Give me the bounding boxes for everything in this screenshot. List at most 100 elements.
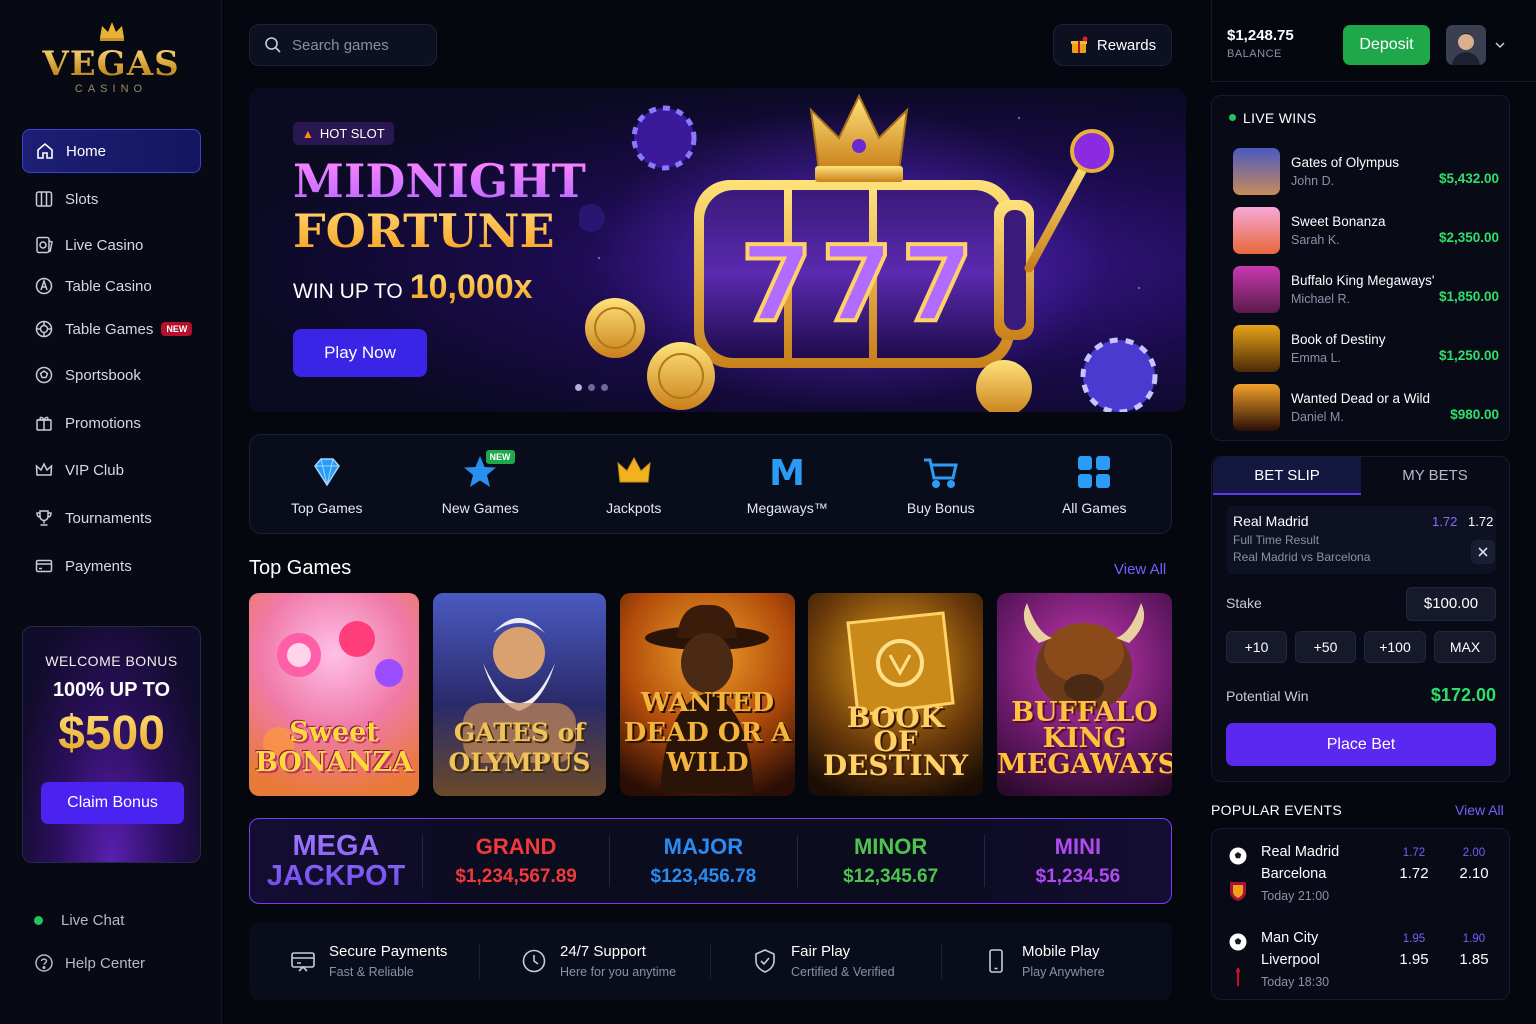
sidebar-item-home[interactable]: Home: [22, 129, 201, 173]
feature-subtitle: Play Anywhere: [1022, 965, 1105, 979]
game-card-buffalo-king-megaways[interactable]: BUFFALO KING MEGAWAYS™: [997, 593, 1172, 796]
live-win-row[interactable]: Book of Destiny Emma L. $1,250.00: [1233, 325, 1505, 373]
features-strip: Secure Payments Fast & Reliable 24/7 Supp…: [249, 922, 1172, 1000]
mega-jackpot-bar[interactable]: MEGA JACKPOT GRAND $1,234,567.89 MAJOR $…: [249, 818, 1172, 904]
hero-win-text: WIN UP TO 10,000x: [293, 268, 533, 307]
event-odds-away-button[interactable]: 2.10: [1452, 865, 1496, 882]
carousel-dot[interactable]: [588, 384, 595, 391]
avatar[interactable]: [1446, 25, 1486, 65]
live-chat-link[interactable]: Live Chat: [34, 912, 124, 929]
category-all-games[interactable]: All Games: [1018, 435, 1172, 533]
crown-logo-icon: [100, 22, 124, 41]
game-title: BOOK OF DESTINY: [822, 701, 969, 782]
carousel-dot[interactable]: [575, 384, 582, 391]
live-win-game: Sweet Bonanza: [1291, 214, 1386, 229]
sidebar: VEGAS CASINO Home Slots Live Casino Tabl…: [0, 0, 222, 1024]
sidebar-item-label: Table Games: [65, 320, 154, 338]
top-games-title: Top Games: [249, 557, 352, 579]
live-win-amount: $1,250.00: [1438, 348, 1499, 363]
event-row[interactable]: Real Madrid Barcelona Today 21:00 1.72 2…: [1224, 838, 1504, 912]
tab-my-bets[interactable]: MY BETS: [1361, 457, 1509, 495]
event-odds-home-button[interactable]: 1.95: [1392, 951, 1436, 968]
jackpot-tier-name: MINI: [1054, 834, 1102, 859]
game-title: Sweet BONANZA: [255, 717, 413, 778]
search-input[interactable]: Search games: [249, 24, 437, 66]
event-away-team: Liverpool: [1261, 952, 1320, 968]
close-icon[interactable]: [1471, 540, 1495, 564]
popular-events-view-all-link[interactable]: View All: [1455, 802, 1504, 818]
play-now-button[interactable]: Play Now: [293, 329, 427, 377]
rewards-button[interactable]: Rewards: [1053, 24, 1172, 66]
sidebar-item-live-casino[interactable]: Live Casino: [22, 223, 201, 267]
game-thumbnail: [1233, 148, 1280, 195]
hero-win-value: 10,000x: [409, 268, 533, 306]
sidebar-item-label: Slots: [65, 190, 99, 208]
diamond-icon: [313, 458, 340, 487]
game-card-wanted-dead-or-a-wild[interactable]: WANTED DEAD OR A WILD: [620, 593, 795, 796]
category-buy-bonus[interactable]: Buy Bonus: [864, 435, 1018, 533]
sidebar-item-label: Live Casino: [65, 236, 144, 254]
sidebar-item-label: Payments: [65, 557, 132, 575]
sidebar-item-table-games[interactable]: Table Games NEW: [22, 307, 201, 351]
bet-selection-match: Real Madrid vs Barcelona: [1233, 550, 1371, 564]
claim-bonus-button[interactable]: Claim Bonus: [41, 782, 184, 824]
feature-mobile-play: Mobile Play Play Anywhere: [942, 943, 1172, 979]
sidebar-item-vip-club[interactable]: VIP Club: [22, 448, 201, 492]
live-win-amount: $2,350.00: [1438, 230, 1499, 245]
live-win-game: Book of Destiny: [1291, 332, 1386, 347]
event-odds-home-button[interactable]: 1.72: [1392, 865, 1436, 882]
megaways-glyph: M: [769, 453, 805, 492]
category-top-games[interactable]: Top Games: [250, 435, 404, 533]
online-dot-icon: [34, 916, 43, 925]
stake-chip-100[interactable]: +100: [1364, 631, 1426, 663]
game-card-book-of-destiny[interactable]: BOOK OF DESTINY: [808, 593, 983, 796]
sidebar-item-sportsbook[interactable]: Sportsbook: [22, 353, 201, 397]
top-games-view-all-link[interactable]: View All: [1114, 561, 1166, 578]
megaways-icon: M: [769, 453, 805, 492]
stake-input[interactable]: $100.00: [1406, 587, 1496, 621]
jackpot-tier-name: GRAND: [475, 834, 557, 859]
flame-icon: ▲: [302, 126, 314, 141]
deposit-button[interactable]: Deposit: [1343, 25, 1430, 65]
clock-icon: [522, 949, 546, 973]
bet-selection-odds: 1.72: [1468, 514, 1494, 529]
category-bar: Top Games NEW New Games Jackpots M Megaw…: [249, 434, 1172, 534]
carousel-dot[interactable]: [601, 384, 608, 391]
stake-chip-max[interactable]: MAX: [1434, 631, 1496, 663]
tab-bet-slip[interactable]: BET SLIP: [1213, 457, 1361, 495]
place-bet-button[interactable]: Place Bet: [1226, 723, 1496, 766]
category-megaways[interactable]: M Megaways™: [711, 435, 865, 533]
stake-chip-10[interactable]: +10: [1226, 631, 1287, 663]
stake-chip-50[interactable]: +50: [1295, 631, 1356, 663]
live-win-row[interactable]: Sweet Bonanza Sarah K. $2,350.00: [1233, 207, 1505, 255]
game-card-sweet-bonanza[interactable]: Sweet BONANZA: [249, 593, 419, 796]
sidebar-item-label: VIP Club: [65, 461, 124, 479]
event-odds-away-button[interactable]: 1.85: [1452, 951, 1496, 968]
carousel-dots[interactable]: [575, 384, 608, 391]
live-win-row[interactable]: Wanted Dead or a Wild Daniel M. $980.00: [1233, 384, 1505, 432]
grid-icon: [1078, 456, 1111, 488]
sidebar-item-tournaments[interactable]: Tournaments: [22, 496, 201, 540]
feature-support: 24/7 Support Here for you anytime: [480, 943, 711, 979]
category-jackpots[interactable]: Jackpots: [557, 435, 711, 533]
live-win-row[interactable]: Buffalo King Megaways' Michael R. $1,850…: [1233, 266, 1505, 314]
gift-icon: [36, 416, 52, 431]
game-card-gates-of-olympus[interactable]: GATES of OLYMPUS: [433, 593, 606, 796]
soccer-ball-icon: [35, 366, 53, 384]
feature-subtitle: Here for you anytime: [560, 965, 677, 979]
sidebar-item-payments[interactable]: Payments: [22, 544, 201, 588]
hero-banner[interactable]: 777 ▲ HOT SLOT MIDNIGHT FORTUNE WIN UP T…: [249, 88, 1186, 412]
category-label: New Games: [441, 500, 519, 516]
live-win-row[interactable]: Gates of Olympus John D. $5,432.00: [1233, 148, 1505, 196]
chevron-down-icon[interactable]: [1494, 40, 1506, 50]
help-center-link[interactable]: Help Center: [34, 953, 145, 973]
logo[interactable]: VEGAS: [0, 44, 222, 84]
sidebar-item-promotions[interactable]: Promotions: [22, 401, 201, 445]
category-new-games[interactable]: NEW New Games: [404, 435, 558, 533]
feature-title: Mobile Play: [1022, 943, 1100, 960]
sidebar-item-slots[interactable]: Slots: [22, 177, 201, 221]
live-win-game: Buffalo King Megaways': [1291, 273, 1435, 288]
balance-label: BALANCE: [1227, 48, 1282, 60]
event-row[interactable]: Man City Liverpool Today 18:30 1.95 1.90…: [1224, 924, 1504, 998]
sidebar-item-table-casino[interactable]: Table Casino: [22, 264, 201, 308]
